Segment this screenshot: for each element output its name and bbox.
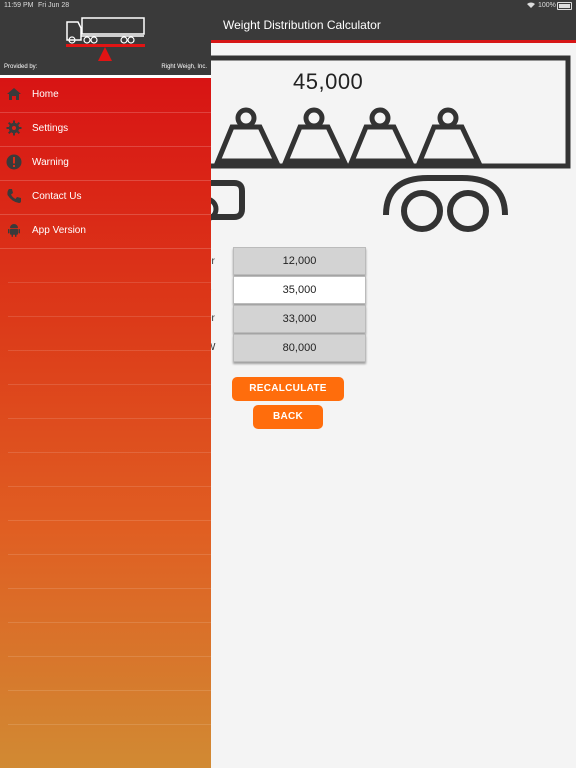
cargo-load bbox=[214, 107, 280, 164]
provided-by-label: Provided by: bbox=[4, 64, 38, 70]
truck-scale-logo bbox=[66, 17, 145, 61]
drive-axle-value[interactable]: 35,000 bbox=[233, 276, 366, 304]
status-date: Fri Jun 28 bbox=[38, 2, 70, 9]
menu-divider bbox=[8, 554, 211, 555]
menu-divider bbox=[8, 588, 211, 589]
total-weight: 45,000 bbox=[293, 69, 364, 94]
trailer-axle-value[interactable]: 33,000 bbox=[233, 305, 366, 333]
menu-divider bbox=[8, 486, 211, 487]
menu-divider bbox=[8, 520, 211, 521]
drawer-header: Provided by: Right Weigh, Inc. bbox=[0, 0, 211, 78]
menu-divider bbox=[8, 282, 211, 283]
menu-label-app-version: App Version bbox=[32, 225, 86, 236]
menu-label-contact-us: Contact Us bbox=[32, 191, 82, 202]
cargo-load bbox=[348, 107, 414, 164]
status-time: 11:59 PM bbox=[4, 2, 34, 9]
warning-icon bbox=[6, 154, 22, 170]
wifi-icon bbox=[526, 1, 536, 11]
menu-label-warning: Warning bbox=[32, 157, 69, 168]
rear-wheel-2 bbox=[447, 190, 489, 232]
rear-wheel-1 bbox=[401, 190, 443, 232]
page-title: Weight Distribution Calculator bbox=[223, 18, 381, 32]
menu-item-home[interactable]: Home bbox=[0, 78, 211, 113]
side-drawer: Provided by: Right Weigh, Inc. Home Sett… bbox=[0, 0, 211, 768]
phone-icon bbox=[6, 188, 22, 204]
menu-divider bbox=[8, 418, 211, 419]
cargo-loads bbox=[214, 107, 482, 164]
battery-icon bbox=[557, 2, 572, 10]
menu-item-app-version[interactable]: App Version bbox=[0, 214, 211, 249]
steer-axle-value[interactable]: 12,000 bbox=[233, 247, 366, 275]
menu-divider bbox=[8, 350, 211, 351]
menu-label-settings: Settings bbox=[32, 123, 69, 134]
company-name: Right Weigh, Inc. bbox=[161, 64, 207, 70]
menu-divider bbox=[8, 690, 211, 691]
cargo-load bbox=[282, 107, 348, 164]
menu-divider bbox=[8, 622, 211, 623]
gear-icon bbox=[6, 120, 22, 136]
android-icon bbox=[6, 222, 22, 238]
gross-weight-value[interactable]: 80,000 bbox=[233, 334, 366, 362]
menu-label-home: Home bbox=[32, 89, 59, 100]
back-button[interactable]: BACK bbox=[253, 405, 323, 429]
menu-divider bbox=[8, 452, 211, 453]
drawer-menu: Home Settings Warning Contact Us App Ver… bbox=[0, 78, 211, 768]
menu-divider bbox=[8, 316, 211, 317]
menu-item-warning[interactable]: Warning bbox=[0, 146, 211, 181]
home-icon bbox=[6, 86, 22, 102]
menu-item-contact-us[interactable]: Contact Us bbox=[0, 180, 211, 215]
battery-percent: 100% bbox=[538, 2, 556, 9]
menu-divider bbox=[8, 724, 211, 725]
menu-divider bbox=[8, 384, 211, 385]
recalculate-button[interactable]: RECALCULATE bbox=[232, 377, 344, 401]
menu-item-settings[interactable]: Settings bbox=[0, 112, 211, 147]
cargo-load bbox=[416, 107, 482, 164]
menu-divider bbox=[8, 656, 211, 657]
status-bar: 11:59 PM Fri Jun 28 100% bbox=[0, 0, 576, 11]
